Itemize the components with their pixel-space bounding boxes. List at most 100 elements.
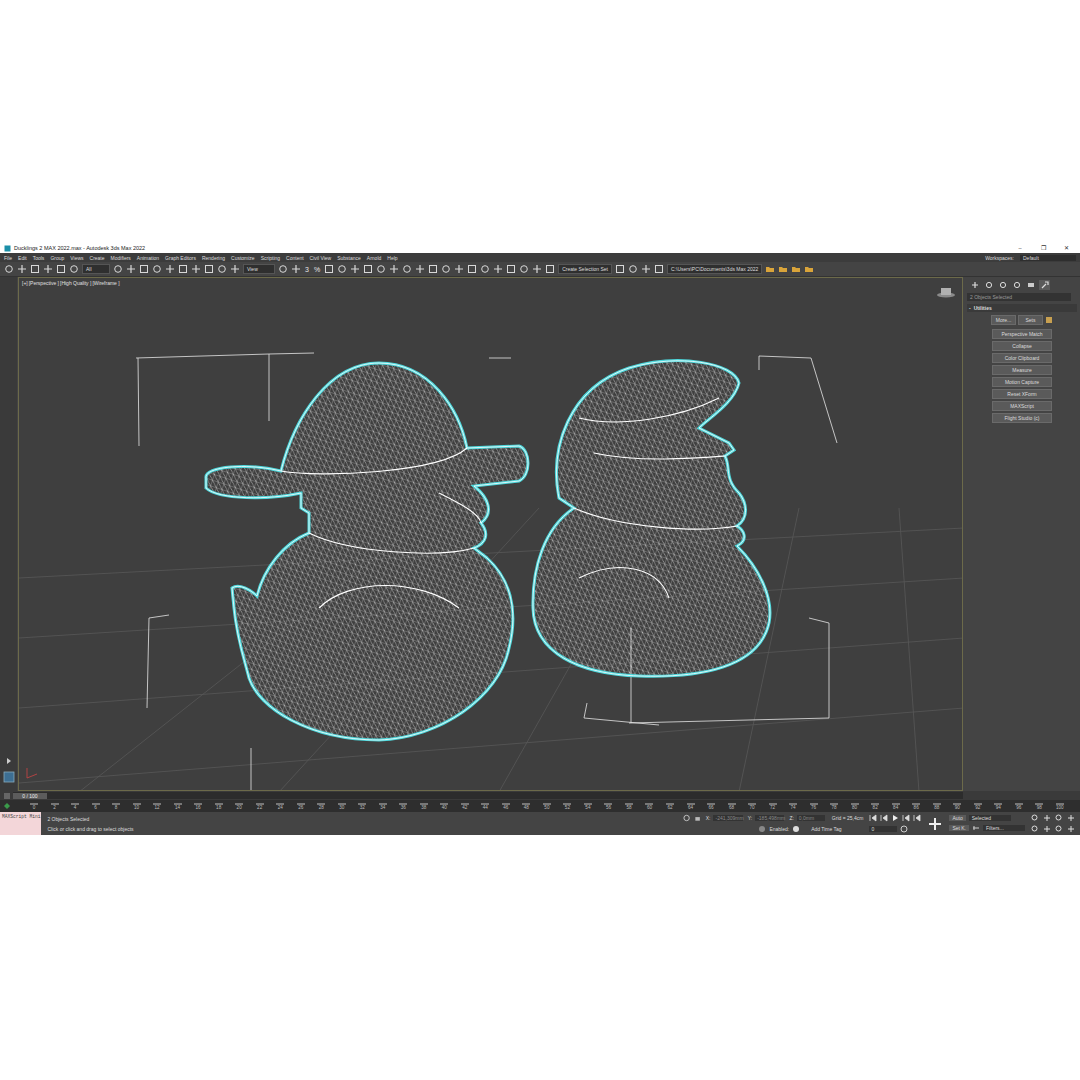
tool-icon[interactable] xyxy=(376,264,386,274)
menu-item[interactable]: Rendering xyxy=(202,255,225,261)
navigation-icon[interactable] xyxy=(1055,825,1063,833)
navigation-icon[interactable] xyxy=(1043,825,1051,833)
tool-icon[interactable] xyxy=(165,264,175,274)
menu-item[interactable]: File xyxy=(4,255,12,261)
tool-icon[interactable] xyxy=(278,264,288,274)
tool-icon[interactable] xyxy=(628,264,638,274)
navigation-icon[interactable] xyxy=(1031,814,1039,822)
utility-button[interactable]: MAXScript xyxy=(992,401,1052,411)
add-time-tag[interactable]: Add Time Tag xyxy=(811,826,841,832)
tool-icon[interactable] xyxy=(545,264,555,274)
playback-button-icon[interactable] xyxy=(902,814,910,822)
menu-item[interactable]: Group xyxy=(50,255,64,261)
utility-button[interactable]: Measure xyxy=(992,365,1052,375)
set-key-button[interactable]: Set K. xyxy=(949,825,969,831)
scene-explorer-icon[interactable] xyxy=(3,771,15,783)
tool-icon[interactable] xyxy=(519,264,529,274)
reference-coordinate-dropdown[interactable]: View xyxy=(243,264,275,274)
menu-item[interactable]: Content xyxy=(286,255,304,261)
tool-icon[interactable] xyxy=(17,264,27,274)
key-icon[interactable] xyxy=(2,802,16,810)
tool-icon[interactable] xyxy=(191,264,201,274)
folder-icon[interactable] xyxy=(778,264,788,274)
tool-icon[interactable] xyxy=(480,264,490,274)
tool-icon[interactable] xyxy=(69,264,79,274)
menu-item[interactable]: Substance xyxy=(337,255,361,261)
tool-icon[interactable] xyxy=(230,264,240,274)
playback-button-icon[interactable] xyxy=(880,814,888,822)
window-control-button[interactable]: ✕ xyxy=(1056,245,1076,251)
rollout-header[interactable]: -Utilities xyxy=(967,304,1077,312)
scene-canvas[interactable] xyxy=(19,278,963,791)
tool-icon[interactable] xyxy=(30,264,40,274)
tool-icon[interactable] xyxy=(291,264,301,274)
menu-item[interactable]: Arnold xyxy=(367,255,381,261)
menu-item[interactable]: Tools xyxy=(33,255,45,261)
tool-icon[interactable] xyxy=(178,264,188,274)
navigation-icon[interactable] xyxy=(1067,825,1075,833)
tool-icon[interactable] xyxy=(506,264,516,274)
tool-icon[interactable] xyxy=(152,264,162,274)
tool-icon[interactable] xyxy=(56,264,66,274)
playback-button-icon[interactable] xyxy=(913,814,921,822)
perspective-viewport[interactable]: [+][Perspective ][High Quality ][Wirefra… xyxy=(18,277,963,791)
menu-item[interactable]: Animation xyxy=(137,255,159,261)
time-slider-track[interactable]: 0 / 100 xyxy=(13,792,963,799)
time-back-arrow-icon[interactable] xyxy=(4,793,10,799)
tool-icon[interactable] xyxy=(402,264,412,274)
menu-item[interactable]: Graph Editors xyxy=(165,255,196,261)
navigation-icon[interactable] xyxy=(1043,814,1051,822)
command-panel-tab[interactable] xyxy=(1025,280,1036,290)
tool-icon[interactable] xyxy=(641,264,651,274)
window-control-button[interactable]: ❐ xyxy=(1033,245,1053,251)
tool-icon[interactable] xyxy=(4,264,14,274)
selection-set-dropdown[interactable]: Create Selection Set xyxy=(558,264,612,274)
playback-button-icon[interactable] xyxy=(891,814,899,822)
tool-icon[interactable] xyxy=(493,264,503,274)
folder-icon[interactable] xyxy=(804,264,814,274)
lock-icon[interactable] xyxy=(694,814,701,822)
viewport-label[interactable]: [Wireframe ] xyxy=(92,280,119,286)
tool-icon[interactable] xyxy=(113,264,123,274)
filters-button[interactable]: Filters... xyxy=(983,825,1025,831)
menu-item[interactable]: Views xyxy=(70,255,83,261)
playback-button-icon[interactable] xyxy=(869,814,877,822)
menu-item[interactable]: Customize xyxy=(231,255,255,261)
tool-icon[interactable] xyxy=(428,264,438,274)
adaptive-degradation-icon[interactable] xyxy=(758,825,766,833)
utility-button[interactable]: Flight Studio (c) xyxy=(992,413,1052,423)
menu-item[interactable]: Edit xyxy=(18,255,27,261)
viewcube-icon[interactable] xyxy=(936,286,956,298)
key-icon[interactable] xyxy=(972,824,980,832)
auto-key-button[interactable]: Auto xyxy=(949,815,965,821)
menu-item[interactable]: Modifiers xyxy=(111,255,131,261)
utility-button[interactable]: Reset XForm xyxy=(992,389,1052,399)
tool-icon[interactable] xyxy=(389,264,399,274)
tool-icon[interactable] xyxy=(204,264,214,274)
command-panel-tab[interactable] xyxy=(1011,280,1022,290)
time-config-icon[interactable] xyxy=(900,825,908,833)
utility-button[interactable]: Sets xyxy=(1018,315,1043,325)
utility-button[interactable]: Motion Capture xyxy=(992,377,1052,387)
viewport-label[interactable]: [+] xyxy=(22,280,28,286)
duckling-model[interactable] xyxy=(206,363,528,740)
tool-icon[interactable] xyxy=(615,264,625,274)
tool-icon[interactable] xyxy=(415,264,425,274)
utility-button[interactable]: Collapse xyxy=(992,341,1052,351)
time-slider-thumb[interactable]: 0 / 100 xyxy=(13,793,47,799)
tool-icon[interactable] xyxy=(324,264,334,274)
enabled-toggle-icon[interactable] xyxy=(792,825,800,833)
project-path-dropdown[interactable]: C:\Users\PC\Documents\3ds Max 2022 xyxy=(667,264,762,274)
tool-icon[interactable] xyxy=(467,264,477,274)
isolate-icon[interactable] xyxy=(683,814,690,822)
tool-icon[interactable] xyxy=(337,264,347,274)
command-panel-tab[interactable] xyxy=(983,280,994,290)
tool-icon[interactable] xyxy=(126,264,136,274)
folder-icon[interactable] xyxy=(791,264,801,274)
expand-arrow-icon[interactable] xyxy=(5,757,13,765)
snap-toggle[interactable]: 3 xyxy=(304,266,310,273)
coordinate-field[interactable]: 0,0mm xyxy=(797,815,825,821)
tool-icon[interactable] xyxy=(363,264,373,274)
viewport-label[interactable]: [Perspective ] xyxy=(29,280,59,286)
snap-toggle[interactable]: % xyxy=(313,266,321,273)
